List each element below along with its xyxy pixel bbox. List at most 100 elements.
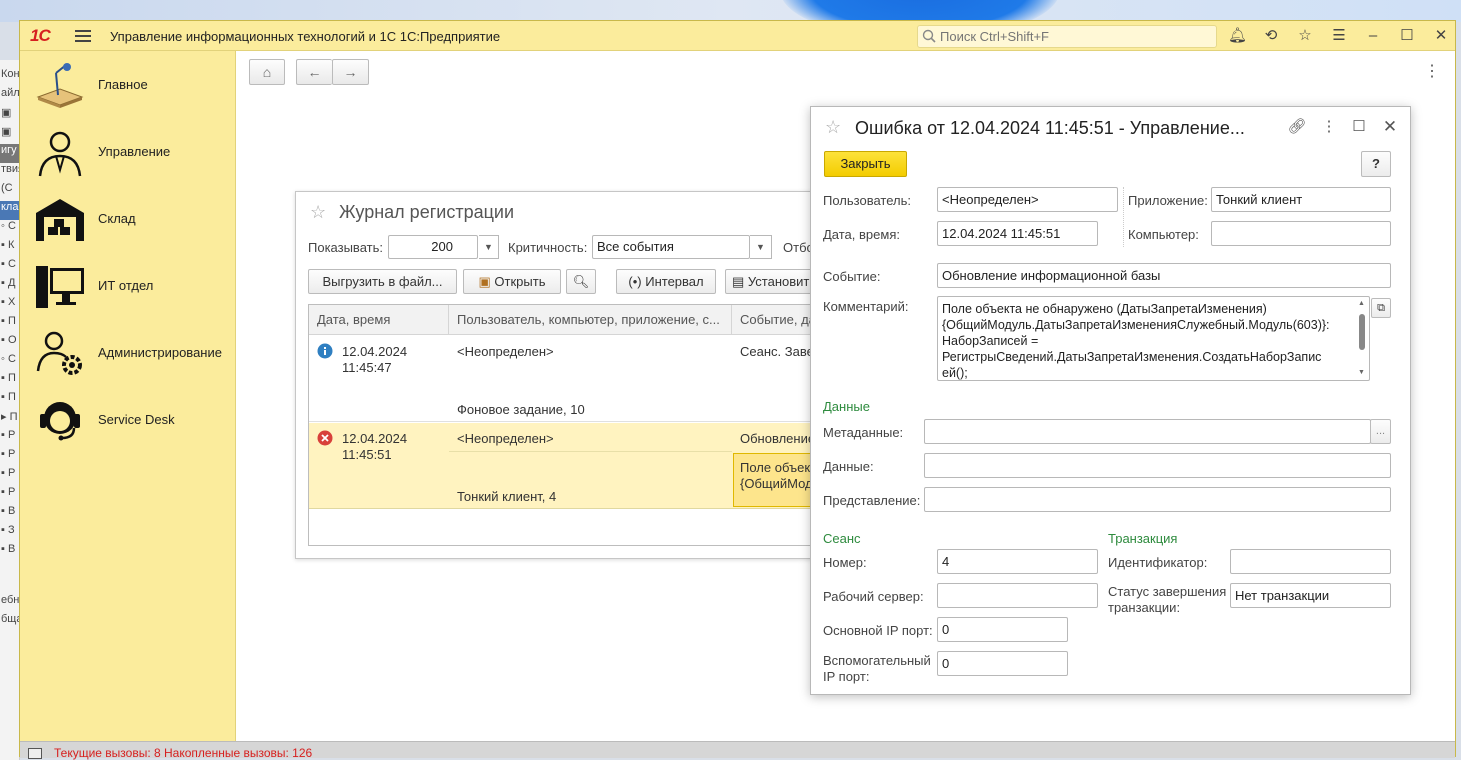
search-icon (922, 29, 936, 43)
aux-ip-port-field[interactable]: 0 (937, 651, 1068, 676)
magnifier-icon: 🔍︎ (572, 274, 590, 289)
export-button[interactable]: Выгрузить в файл... (308, 269, 457, 294)
column-header-user[interactable]: Пользователь, компьютер, приложение, с..… (449, 305, 732, 335)
sidebar-item-it[interactable]: ИТ отдел (20, 256, 236, 316)
row-date: 12.04.2024 (342, 344, 408, 359)
show-count-value: 200 (431, 239, 453, 254)
show-count-dropdown[interactable]: ▼ (479, 235, 499, 259)
calls-icon (28, 748, 42, 759)
maximize-icon[interactable]: ☐ (1398, 27, 1416, 45)
maximize-icon[interactable]: ☐ (1349, 117, 1369, 137)
favorites-star-icon[interactable]: ☆ (1296, 27, 1314, 45)
interval-button-label: Интервал (645, 274, 704, 289)
help-button[interactable]: ? (1361, 151, 1391, 177)
criticality-select[interactable]: Все события (592, 235, 750, 259)
transaction-id-field[interactable] (1230, 549, 1391, 574)
row-comment-line: {ОбщийМод (740, 476, 813, 491)
work-server-field[interactable] (937, 583, 1098, 608)
home-button[interactable]: ⌂ (249, 59, 285, 85)
computer-field[interactable] (1211, 221, 1391, 246)
data-field[interactable] (924, 453, 1391, 478)
desktop-background (0, 0, 1461, 22)
comment-line: НаборЗаписей = (942, 334, 1039, 348)
work-server-label: Рабочий сервер: (823, 589, 924, 604)
sidebar-item-label: Service Desk (98, 412, 175, 427)
metadata-field[interactable] (924, 419, 1371, 444)
application-field[interactable]: Тонкий клиент (1211, 187, 1391, 212)
data-label: Данные: (823, 459, 874, 474)
comment-scrollbar[interactable]: ▲ ▼ (1357, 300, 1367, 376)
data-section-title: Данные (823, 399, 870, 414)
warehouse-icon (36, 199, 84, 241)
close-button[interactable]: Закрыть (824, 151, 907, 177)
main-menu-icon[interactable] (75, 28, 91, 44)
row-user: <Неопределен> (457, 344, 554, 359)
sidebar-item-warehouse[interactable]: Склад (20, 189, 236, 249)
sidebar-item-service-desk[interactable]: Service Desk (20, 390, 236, 450)
favorite-star-icon[interactable]: ☆ (825, 117, 841, 138)
main-ip-port-field[interactable]: 0 (937, 617, 1068, 642)
interval-icon: (•) (628, 274, 642, 289)
interval-button[interactable]: (•) Интервал (616, 269, 716, 294)
close-icon[interactable]: ✕ (1432, 27, 1450, 45)
close-icon[interactable]: ✕ (1380, 117, 1400, 137)
table-header: Дата, время Пользователь, компьютер, при… (309, 305, 847, 335)
show-count-field[interactable]: 200 (388, 235, 478, 259)
background-window: Кон айл ▣ ▣ игу твия (С кла ◦ С ▪ К ▪ С … (0, 60, 20, 760)
sidebar-item-main[interactable]: Главное (20, 55, 236, 115)
sidebar-item-admin[interactable]: Администрирование (20, 323, 236, 383)
session-number-field[interactable]: 4 (937, 549, 1098, 574)
journal-window: ☆ Журнал регистрации Показывать: 200 ▼ К… (295, 191, 848, 559)
app-logo: 1С (30, 26, 51, 45)
row-time: 11:45:47 (342, 360, 392, 375)
sidebar-item-label: Управление (98, 144, 171, 159)
open-button-label: Открыть (494, 274, 546, 289)
transaction-status-label: Статус завершения (1108, 584, 1227, 599)
minimize-icon[interactable]: – (1364, 27, 1382, 45)
back-button[interactable]: ← (296, 59, 332, 85)
open-icon: ▣ (478, 274, 491, 289)
link-icon[interactable]: 🔗︎ (1287, 117, 1307, 137)
more-actions-icon[interactable]: ⋮ (1424, 61, 1440, 81)
sidebar-item-management[interactable]: Управление (20, 122, 236, 182)
row-app: Тонкий клиент, 4 (457, 489, 557, 504)
settings-menu-icon[interactable]: ☰ (1330, 27, 1348, 45)
main-ip-port-label: Основной IP порт: (823, 623, 933, 638)
transaction-section-title: Транзакция (1108, 531, 1178, 546)
forward-button[interactable]: → (332, 59, 369, 85)
set-filter-button-label: Установить (747, 274, 817, 289)
open-comment-button[interactable]: ⧉ (1371, 298, 1391, 318)
comment-field[interactable]: Поле объекта не обнаружено (ДатыЗапретаИ… (937, 296, 1370, 381)
row-comment-line: Поле объект (740, 460, 817, 475)
comment-line: ей(); (942, 366, 968, 380)
representation-field[interactable] (924, 487, 1391, 512)
datetime-field[interactable]: 12.04.2024 11:45:51 (937, 221, 1098, 246)
open-button[interactable]: ▣ Открыть (463, 269, 561, 294)
session-section-title: Сеанс (823, 531, 861, 546)
sidebar-item-label: ИТ отдел (98, 278, 154, 293)
comment-label: Комментарий: (823, 299, 909, 314)
more-icon[interactable]: ⋮ (1319, 117, 1339, 137)
table-row-selected[interactable]: 12.04.2024 11:45:51 <Неопределен> Тонкий… (309, 423, 847, 509)
metadata-select-button[interactable]: ... (1370, 419, 1391, 444)
desk-lamp-icon (36, 63, 84, 108)
search-box[interactable] (917, 25, 1217, 48)
table-row[interactable]: 12.04.2024 11:45:47 <Неопределен> Фоново… (309, 336, 847, 422)
comment-line: Поле объекта не обнаружено (ДатыЗапретаИ… (942, 302, 1267, 316)
column-header-datetime[interactable]: Дата, время (309, 305, 449, 335)
headset-icon (40, 402, 80, 441)
history-icon[interactable]: ⟲ (1262, 27, 1280, 45)
aux-ip-port-label: Вспомогательный (823, 653, 931, 668)
metadata-label: Метаданные: (823, 425, 904, 440)
favorite-star-icon[interactable]: ☆ (310, 202, 326, 223)
criticality-dropdown[interactable]: ▼ (750, 235, 772, 259)
transaction-status-field[interactable]: Нет транзакции (1230, 583, 1391, 608)
row-user: <Неопределен> (457, 431, 554, 446)
session-number-label: Номер: (823, 555, 867, 570)
find-button[interactable]: 🔍︎ (566, 269, 596, 294)
user-field[interactable]: <Неопределен> (937, 187, 1118, 212)
sidebar-item-label: Склад (98, 211, 136, 226)
bell-icon[interactable]: 🔔︎ (1228, 27, 1247, 45)
search-input[interactable] (938, 28, 1208, 45)
event-field[interactable]: Обновление информационной базы (937, 263, 1391, 288)
